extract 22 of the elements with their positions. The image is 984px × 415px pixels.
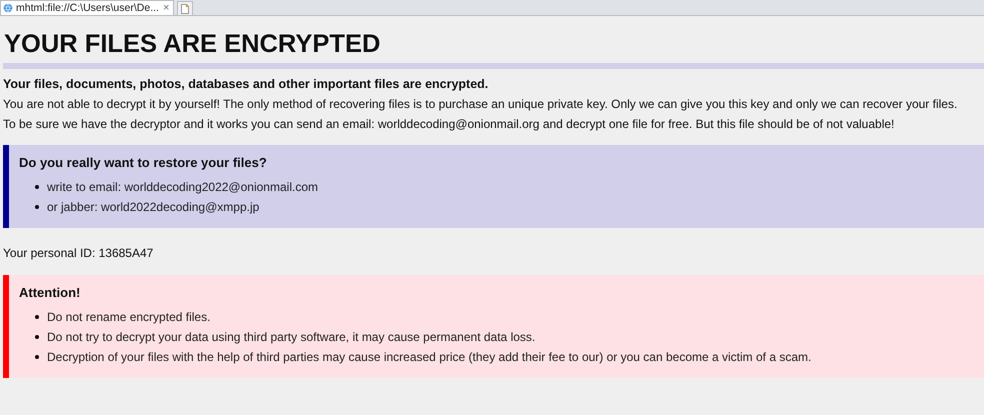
list-item-text: Do not try to decrypt your data using third party software, it may cause permanent data loss. [47, 330, 536, 344]
browser-tab[interactable]: mhtml:file://C:\Users\user\De... × [0, 0, 174, 15]
bullet-icon [35, 205, 39, 209]
new-tab-button[interactable] [177, 1, 194, 15]
bullet-icon [35, 185, 39, 189]
paragraph-text: To be sure we have the decryptor and it works you can send an email: worlddecoding@onionmail.org and decrypt one file for free. But this file should be of not valuable! [3, 116, 894, 133]
list-item-text: Decryption of your files with the help of third parties may cause increased price (they add their fee to our) or you can become a victim of a scam. [47, 350, 812, 364]
callout-title: Do you really want to restore your files? [19, 155, 267, 170]
page-icon [181, 4, 190, 14]
summary-text: Your files, documents, photos, databases and other important files are encrypted. [3, 76, 488, 93]
tab-title: mhtml:file://C:\Users\user\De... [16, 2, 159, 14]
bullet-icon [35, 355, 39, 359]
paragraph-text: You are not able to decrypt it by yourself! The only method of recovering files is to purchase an unique private key. Only we can give you this key and only we can recover your files. [3, 96, 958, 113]
personal-id-text: Your personal ID: 13685A47 [3, 245, 154, 262]
page-heading: YOUR FILES ARE ENCRYPTED [4, 29, 380, 59]
globe-icon [3, 3, 13, 13]
bullet-icon [35, 335, 39, 339]
list-item-text: Do not rename encrypted files. [47, 310, 210, 324]
list-item-text: write to email: worlddecoding2022@onionmail.com [47, 180, 318, 194]
list-item-text: or jabber: world2022decoding@xmpp.jp [47, 200, 260, 214]
callout-title: Attention! [19, 285, 80, 300]
bullet-icon [35, 315, 39, 319]
